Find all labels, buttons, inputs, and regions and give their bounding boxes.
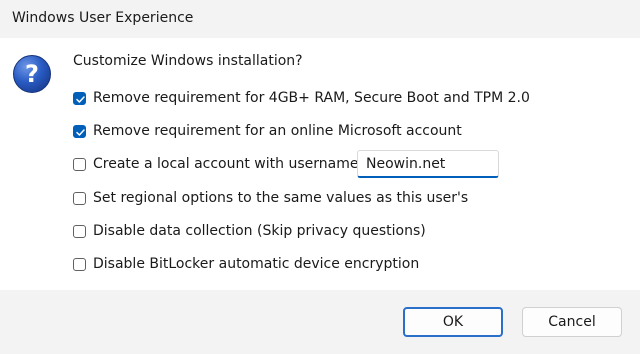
checkmark-icon (76, 95, 85, 103)
dialog-window: Windows User Experience ? Customize Wind… (0, 0, 640, 354)
checkbox-unchecked[interactable] (73, 257, 86, 271)
option-remove-online-account[interactable]: Remove requirement for an online Microso… (73, 122, 462, 140)
checkmark-icon (76, 128, 85, 136)
option-label: Set regional options to the same values … (93, 190, 469, 206)
username-input[interactable] (357, 150, 499, 178)
option-label: Create a local account with username: (93, 156, 364, 172)
option-regional-options[interactable]: Set regional options to the same values … (73, 189, 468, 207)
option-remove-hardware-requirements[interactable]: Remove requirement for 4GB+ RAM, Secure … (73, 89, 530, 107)
checkbox-unchecked[interactable] (73, 224, 86, 238)
dialog-content: ? Customize Windows installation? Remove… (0, 38, 640, 290)
ok-button[interactable]: OK (403, 307, 503, 337)
option-label: Remove requirement for 4GB+ RAM, Secure … (93, 90, 530, 106)
checkbox-unchecked[interactable] (73, 191, 86, 205)
checkbox-checked[interactable] (73, 124, 86, 138)
dialog-prompt: Customize Windows installation? (73, 53, 303, 69)
option-disable-data-collection[interactable]: Disable data collection (Skip privacy qu… (73, 222, 426, 240)
svg-text:?: ? (25, 60, 39, 88)
option-create-local-account[interactable]: Create a local account with username: (73, 155, 363, 173)
dialog-footer: OK Cancel (0, 290, 640, 354)
option-label: Disable BitLocker automatic device encry… (93, 256, 420, 272)
checkbox-checked[interactable] (73, 91, 86, 105)
title-bar[interactable]: Windows User Experience (0, 0, 640, 38)
cancel-button[interactable]: Cancel (522, 307, 622, 337)
question-icon: ? (13, 55, 51, 93)
checkbox-unchecked[interactable] (73, 157, 86, 171)
option-label: Remove requirement for an online Microso… (93, 123, 462, 139)
option-disable-bitlocker[interactable]: Disable BitLocker automatic device encry… (73, 255, 419, 273)
option-label: Disable data collection (Skip privacy qu… (93, 223, 426, 239)
window-title: Windows User Experience (12, 10, 194, 26)
